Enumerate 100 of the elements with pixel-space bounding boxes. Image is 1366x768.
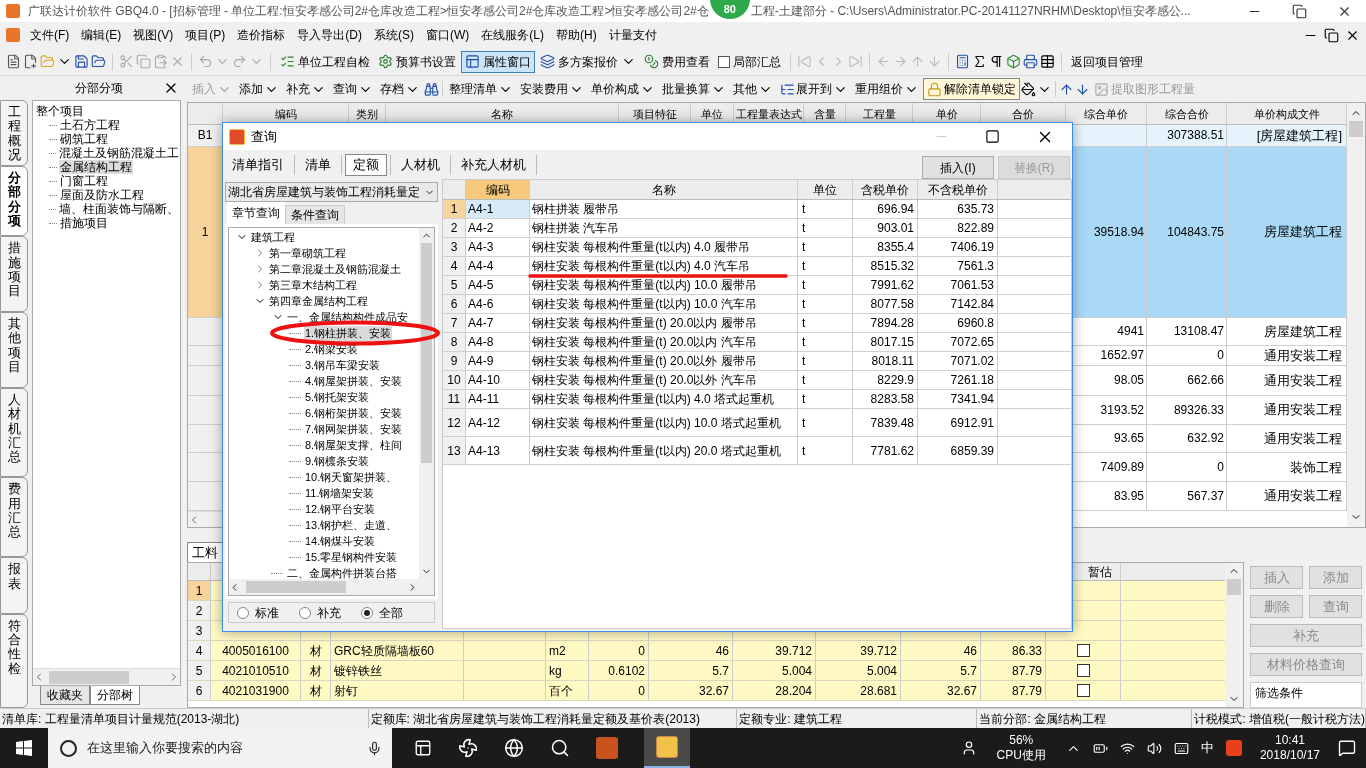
toolbar-button[interactable]: 预算书设置: [375, 50, 459, 73]
toolbar-dropdown[interactable]: 展开到: [777, 78, 851, 100]
browser-icon[interactable]: [504, 738, 524, 758]
dialog-button[interactable]: 插入(I): [922, 156, 994, 179]
toolbar-dropdown[interactable]: 整理清单: [446, 78, 516, 100]
arrow-down-icon[interactable]: [1075, 81, 1090, 97]
tree-item[interactable]: 土石方工程: [59, 118, 121, 132]
row-number[interactable]: 1: [188, 581, 211, 600]
radio-button[interactable]: [299, 606, 311, 619]
app-taskbar-icon[interactable]: [644, 728, 690, 768]
side-tab[interactable]: 符合性检: [0, 613, 28, 708]
save-icon[interactable]: [74, 54, 89, 69]
scroll-thumb[interactable]: [1349, 121, 1363, 137]
detail-tab[interactable]: 工料: [187, 542, 223, 562]
side-tab[interactable]: 工程概况: [0, 100, 28, 167]
search-tab[interactable]: 条件查询: [285, 205, 345, 224]
row-number[interactable]: 5: [188, 661, 211, 680]
side-tab[interactable]: 其他项目: [0, 312, 28, 388]
tree-item[interactable]: 建筑工程: [250, 229, 296, 245]
row-header[interactable]: 1: [443, 200, 466, 218]
panel-tab[interactable]: 收藏夹: [40, 686, 90, 705]
tree-item[interactable]: 10.钢天窗架拼装、: [304, 469, 399, 485]
toolbar-dropdown[interactable]: 补充: [283, 78, 329, 100]
side-tab[interactable]: 费用汇总: [0, 477, 28, 558]
row-header[interactable]: 8: [443, 333, 466, 351]
tree-item[interactable]: 12.钢平台安装: [304, 501, 377, 517]
row-header[interactable]: 13: [443, 437, 466, 464]
taskbar-search-field[interactable]: 在这里输入你要搜索的内容: [48, 728, 392, 768]
side-tab[interactable]: 措施项目: [0, 236, 28, 313]
scroll-thumb[interactable]: [49, 670, 129, 684]
tree-item[interactable]: 措施项目: [59, 216, 109, 230]
tree-item[interactable]: 混凝土及钢筋混凝土工: [58, 146, 180, 160]
panel-tab[interactable]: 分部树: [90, 686, 140, 705]
sigma-icon[interactable]: [972, 54, 987, 69]
row-header[interactable]: 6: [443, 295, 466, 313]
pilcrow-icon[interactable]: [989, 54, 1004, 69]
dialog-tab[interactable]: 定额: [345, 153, 387, 176]
row-number[interactable]: 6: [188, 681, 211, 700]
menu-item[interactable]: 编辑(E): [75, 26, 128, 44]
table-icon[interactable]: [1040, 54, 1055, 69]
toolbar-dropdown[interactable]: 存档: [377, 78, 423, 100]
menu-item[interactable]: 视图(V): [127, 26, 180, 44]
menu-item[interactable]: 窗口(W): [420, 26, 476, 44]
row-header[interactable]: 4: [443, 257, 466, 275]
maximize-icon[interactable]: [985, 129, 1000, 144]
new-file-icon[interactable]: [23, 54, 38, 69]
tree-item[interactable]: 9.钢檩条安装: [304, 453, 371, 469]
tree-item[interactable]: 金属结构工程: [59, 160, 133, 174]
menu-item[interactable]: 系统(S): [368, 26, 420, 44]
menu-item[interactable]: 计量支付: [602, 26, 663, 44]
toolbar-dropdown[interactable]: 安装费用: [517, 78, 587, 100]
toolbar-button[interactable]: 单位工程自检: [277, 50, 373, 73]
checkbox[interactable]: [718, 55, 730, 68]
folder-icon[interactable]: [91, 54, 106, 69]
toolbar-toggle[interactable]: 属性窗口: [461, 50, 535, 73]
side-tab[interactable]: 报表: [0, 557, 28, 614]
menu-item[interactable]: 文件(F): [24, 26, 76, 44]
notification-icon[interactable]: [1338, 739, 1356, 757]
tree-item[interactable]: 6.钢桁架拼装、安装: [304, 405, 404, 421]
dialog-tab[interactable]: 补充人材机: [454, 153, 533, 176]
tree-item[interactable]: 砌筑工程: [59, 132, 109, 146]
row-header[interactable]: 11: [443, 390, 466, 408]
tree-item[interactable]: 14.钢煤斗安装: [304, 533, 377, 549]
toolbar-dropdown[interactable]: 其他: [730, 78, 776, 100]
paint-bucket-icon[interactable]: [1021, 81, 1036, 97]
row-header[interactable]: 3: [443, 238, 466, 256]
toolbar-dropdown[interactable]: 重用组价: [852, 78, 922, 100]
toolbar-button[interactable]: 解除清单锁定: [923, 78, 1020, 100]
tree-item[interactable]: 第三章木结构工程: [268, 277, 358, 293]
checkbox[interactable]: [1076, 644, 1090, 657]
toolbar-button[interactable]: 费用查看: [641, 50, 713, 73]
menu-item[interactable]: 造价指标: [231, 26, 292, 44]
row-number[interactable]: 3: [188, 621, 211, 640]
dialog-tab[interactable]: 人材机: [394, 153, 447, 176]
printer-icon[interactable]: [1023, 54, 1038, 69]
dialog-tab[interactable]: 清单指引: [225, 153, 291, 176]
tree-item[interactable]: 第一章砌筑工程: [268, 245, 347, 261]
menu-item[interactable]: 项目(P): [179, 26, 232, 44]
input-method[interactable]: 中: [1200, 738, 1214, 758]
fan-icon[interactable]: [458, 738, 478, 758]
windows-start-icon[interactable]: [16, 740, 32, 756]
restore-icon[interactable]: [1292, 3, 1307, 19]
tree-item[interactable]: 整个项目: [36, 104, 84, 118]
tree-item[interactable]: 第四章金属结构工程: [268, 293, 369, 309]
toolbar-dropdown[interactable]: 查询: [330, 78, 376, 100]
toolbar-dropdown[interactable]: 多方案报价: [537, 50, 639, 73]
row-header[interactable]: 9: [443, 352, 466, 370]
tree-item[interactable]: 13.钢护栏、走道、: [304, 517, 399, 533]
menu-item[interactable]: 帮助(H): [550, 26, 603, 44]
toolbar-dropdown[interactable]: 单价构成: [588, 78, 658, 100]
row-number[interactable]: 2: [188, 601, 211, 620]
side-tab[interactable]: 人材机汇总: [0, 388, 28, 478]
scroll-thumb[interactable]: [421, 243, 432, 463]
radio-button[interactable]: [237, 606, 249, 619]
row-header[interactable]: 5: [443, 276, 466, 294]
checkbox[interactable]: [1076, 664, 1090, 677]
row-header[interactable]: 2: [443, 219, 466, 237]
row-header[interactable]: 12: [443, 409, 466, 436]
tree-item[interactable]: 4.钢屋架拼装、安装: [304, 373, 404, 389]
scroll-thumb[interactable]: [246, 581, 346, 593]
